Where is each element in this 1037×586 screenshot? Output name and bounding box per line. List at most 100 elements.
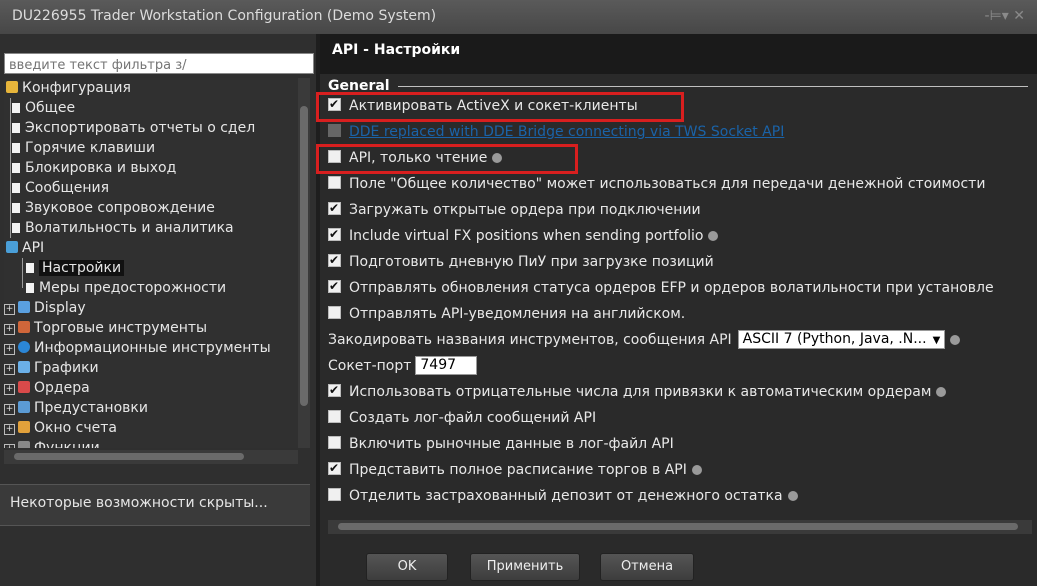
tree-item-label: Волатильность и аналитика xyxy=(25,220,234,236)
tree-item-api[interactable]: API xyxy=(6,238,44,258)
setting-full-schedule[interactable]: Представить полное расписание торгов в A… xyxy=(328,458,702,480)
tree-vertical-scrollbar[interactable] xyxy=(298,78,310,448)
setting-virtual-fx[interactable]: Include virtual FX positions when sendin… xyxy=(328,224,719,246)
setting-label: Отправлять API-уведомления на английском… xyxy=(349,306,686,322)
tree-item-hotkeys[interactable]: Горячие клавиши xyxy=(12,138,155,158)
tree-item-general[interactable]: Общее xyxy=(12,98,75,118)
tree-item-label: Предустановки xyxy=(34,400,148,416)
apply-button[interactable]: Применить xyxy=(470,553,580,581)
tree-item-label: Конфигурация xyxy=(22,80,131,96)
setting-efp-updates[interactable]: Отправлять обновления статуса ордеров EF… xyxy=(328,276,994,298)
setting-download-orders[interactable]: Загружать открытые ордера при подключени… xyxy=(328,198,701,220)
highlight-box-activex xyxy=(316,92,684,122)
expand-icon[interactable]: + xyxy=(4,404,15,415)
document-icon xyxy=(12,223,20,233)
tree-item-messages[interactable]: Сообщения xyxy=(12,178,109,198)
tree-item-label: Блокировка и выход xyxy=(25,160,177,176)
checkbox[interactable] xyxy=(328,380,341,400)
orders-icon xyxy=(18,381,30,393)
checkbox[interactable] xyxy=(328,458,341,478)
setting-label: Отправлять обновления статуса ордеров EF… xyxy=(349,280,994,296)
tree-item-config[interactable]: Конфигурация xyxy=(6,78,131,98)
setting-dde: DDE replaced with DDE Bridge connecting … xyxy=(328,122,784,142)
setting-negative-numbers[interactable]: Использовать отрицательные числа для при… xyxy=(328,380,947,402)
dialog-button-bar: OK Применить Отмена xyxy=(320,544,1037,586)
setting-label: Загружать открытые ордера при подключени… xyxy=(349,202,701,218)
tree-item-volatility[interactable]: Волатильность и аналитика xyxy=(12,218,234,238)
ok-button[interactable]: OK xyxy=(366,553,448,581)
general-group: General Активировать ActiveX и сокет-кли… xyxy=(316,78,1032,518)
setting-label: Include virtual FX positions when sendin… xyxy=(349,228,704,244)
checkbox[interactable] xyxy=(328,410,341,423)
document-icon xyxy=(12,183,20,193)
expand-icon[interactable]: + xyxy=(4,384,15,395)
encoding-select[interactable]: ASCII 7 (Python, Java, .N... ▼ xyxy=(737,330,946,349)
setting-label: Поле "Общее количество" может использова… xyxy=(349,176,986,192)
settings-header: API - Настройки xyxy=(320,34,1037,74)
dde-link[interactable]: DDE replaced with DDE Bridge connecting … xyxy=(349,124,784,140)
expand-icon[interactable]: + xyxy=(4,424,15,435)
setting-label: Отделить застрахованный депозит от денеж… xyxy=(349,488,783,504)
tree-item-display[interactable]: + Display xyxy=(4,298,86,318)
socket-port-input[interactable]: 7497 xyxy=(415,356,478,375)
tree-item-presets[interactable]: + Предустановки xyxy=(4,398,148,418)
expand-icon[interactable]: + xyxy=(4,344,15,355)
info-icon[interactable] xyxy=(950,335,961,345)
checkbox[interactable] xyxy=(328,198,341,218)
setting-market-data-log[interactable]: Включить рыночные данные в лог-файл API xyxy=(328,434,674,454)
checkbox[interactable] xyxy=(328,436,341,449)
tree-item-export-reports[interactable]: Экспортировать отчеты о сдел xyxy=(12,118,255,138)
hidden-features-note[interactable]: Некоторые возможности скрыты... xyxy=(0,484,310,526)
setting-label: Включить рыночные данные в лог-файл API xyxy=(349,436,674,452)
tree-item-trading-tools[interactable]: + Торговые инструменты xyxy=(4,318,207,338)
settings-horizontal-scrollbar[interactable] xyxy=(328,520,1032,534)
expand-icon[interactable]: + xyxy=(4,324,15,335)
checkbox[interactable] xyxy=(328,306,341,319)
folder-icon xyxy=(6,81,18,93)
scroll-thumb[interactable] xyxy=(338,523,1018,530)
tree-item-features[interactable]: + Функции xyxy=(4,438,100,448)
tree-item-api-settings[interactable]: Настройки xyxy=(26,258,125,278)
cancel-button[interactable]: Отмена xyxy=(600,553,694,581)
tree-item-sound[interactable]: Звуковое сопровождение xyxy=(12,198,215,218)
setting-margin-separate[interactable]: Отделить застрахованный депозит от денеж… xyxy=(328,486,798,506)
tree-item-lock-exit[interactable]: Блокировка и выход xyxy=(12,158,176,178)
info-icon[interactable] xyxy=(787,491,798,501)
account-icon xyxy=(18,421,30,433)
setting-daily-pnl[interactable]: Подготовить дневную ПиУ при загрузке поз… xyxy=(328,250,714,272)
expand-icon[interactable]: + xyxy=(4,364,15,375)
filter-input[interactable] xyxy=(5,56,313,75)
expand-icon[interactable]: + xyxy=(4,444,15,448)
filter-field[interactable] xyxy=(4,53,314,75)
checkbox[interactable] xyxy=(328,224,341,244)
checkbox[interactable] xyxy=(328,276,341,296)
setting-english-notifications[interactable]: Отправлять API-уведомления на английском… xyxy=(328,304,685,324)
window-controls-icon[interactable]: -⊨▾ ✕ xyxy=(985,8,1025,24)
tree-item-charts[interactable]: + Графики xyxy=(4,358,99,378)
tree-item-label: Звуковое сопровождение xyxy=(25,200,215,216)
hidden-features-text: Некоторые возможности скрыты... xyxy=(10,495,268,511)
tree-item-orders[interactable]: + Ордера xyxy=(4,378,90,398)
encoding-label: Закодировать названия инструментов, сооб… xyxy=(328,332,732,348)
checkbox[interactable] xyxy=(328,250,341,270)
tree-horizontal-scrollbar[interactable] xyxy=(4,450,298,464)
setting-api-log[interactable]: Создать лог-файл сообщений API xyxy=(328,408,596,428)
info-icon[interactable] xyxy=(691,465,702,475)
scroll-thumb[interactable] xyxy=(14,453,244,460)
tree-item-account-window[interactable]: + Окно счета xyxy=(4,418,117,438)
info-icon[interactable] xyxy=(708,231,719,241)
setting-label: Использовать отрицательные числа для при… xyxy=(349,384,932,400)
tree-item-label: Настройки xyxy=(39,260,125,276)
tree-item-api-precautions[interactable]: Меры предосторожности xyxy=(26,278,226,298)
highlight-box-readonly xyxy=(316,144,578,174)
page-title: API - Настройки xyxy=(332,42,461,58)
expand-icon[interactable]: + xyxy=(4,304,15,315)
document-icon xyxy=(12,103,20,113)
info-icon[interactable] xyxy=(936,387,947,397)
checkbox[interactable] xyxy=(328,488,341,501)
scroll-thumb[interactable] xyxy=(300,106,308,406)
checkbox[interactable] xyxy=(328,176,341,189)
tree-item-label: Информационные инструменты xyxy=(34,340,271,356)
setting-total-quantity[interactable]: Поле "Общее количество" может использова… xyxy=(328,174,985,194)
tree-item-info-tools[interactable]: + Информационные инструменты xyxy=(4,338,271,358)
